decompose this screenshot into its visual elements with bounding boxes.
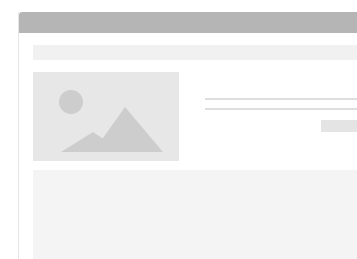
header-placeholder-bar (33, 45, 357, 60)
text-line-placeholder (205, 108, 357, 110)
app-window (18, 12, 357, 259)
image-placeholder-icon (59, 90, 163, 152)
title-bar (19, 12, 357, 33)
content-placeholder-area (33, 170, 357, 259)
text-line-placeholder (205, 98, 357, 100)
button-placeholder[interactable] (321, 120, 357, 132)
image-placeholder (33, 72, 179, 161)
